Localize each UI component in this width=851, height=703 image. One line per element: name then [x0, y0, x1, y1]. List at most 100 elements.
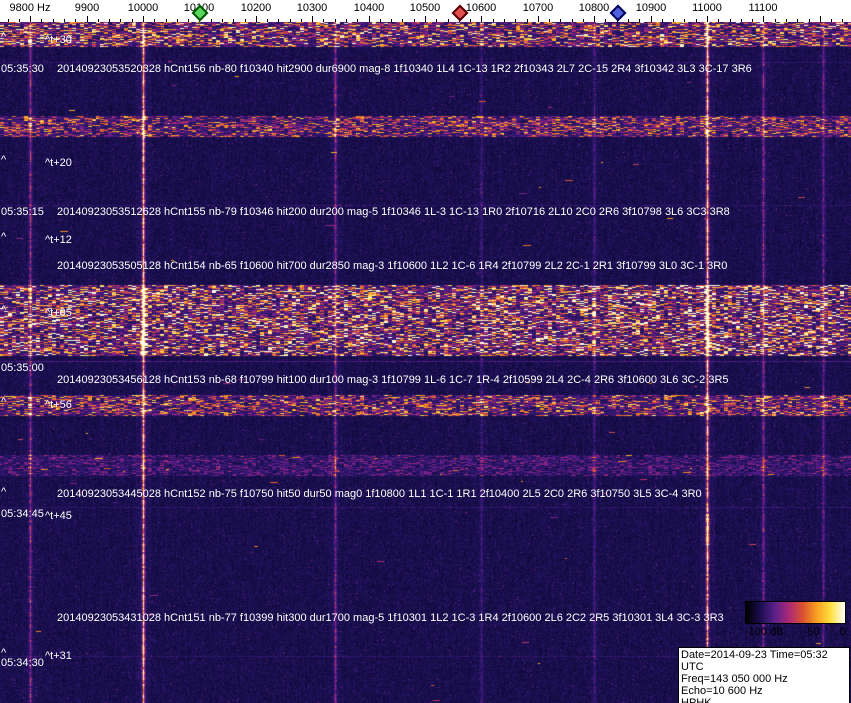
freq-tick — [549, 19, 550, 22]
freq-tick — [132, 19, 133, 22]
freq-tick — [560, 19, 561, 22]
freq-tick — [335, 19, 336, 22]
freq-tick — [696, 19, 697, 22]
freq-tick — [448, 19, 449, 22]
freq-tick — [820, 16, 821, 22]
freq-tick — [278, 19, 279, 22]
freq-tick — [730, 19, 731, 22]
freq-tick — [662, 19, 663, 22]
spectrogram-window: 9800 Hz990010000101001020010300104001050… — [0, 0, 851, 703]
freq-tick — [222, 19, 223, 22]
freq-tick — [267, 19, 268, 22]
freq-tick-label: 9800 Hz — [9, 2, 51, 14]
db-max-label: 0 — [839, 626, 846, 638]
freq-tick — [763, 16, 764, 22]
waterfall-canvas[interactable] — [0, 22, 851, 703]
info-frequency: Freq=143 050 000 Hz — [681, 673, 788, 685]
freq-tick — [188, 19, 189, 22]
freq-tick — [673, 19, 674, 22]
freq-tick — [87, 16, 88, 22]
db-color-scale: -100 dB -50 0 — [745, 601, 846, 638]
freq-tick — [583, 19, 584, 22]
freq-tick — [346, 19, 347, 22]
freq-tick-label: 10900 — [635, 2, 667, 14]
freq-tick — [211, 19, 212, 22]
freq-tick — [357, 19, 358, 22]
freq-tick — [628, 19, 629, 22]
freq-tick — [391, 19, 392, 22]
freq-tick — [177, 19, 178, 22]
freq-tick — [64, 19, 65, 22]
db-min-label: -100 dB — [745, 626, 784, 638]
freq-tick — [481, 16, 482, 22]
freq-tick-label: 11000 — [692, 2, 722, 14]
freq-tick — [414, 19, 415, 22]
freq-tick — [741, 19, 742, 22]
freq-tick — [504, 19, 505, 22]
freq-tick — [41, 19, 42, 22]
freq-tick — [75, 19, 76, 22]
db-mid-label: -50 — [803, 626, 820, 638]
frequency-axis: 9800 Hz990010000101001020010300104001050… — [0, 0, 851, 22]
freq-tick-label: 10200 — [240, 2, 272, 14]
freq-tick — [605, 19, 606, 22]
freq-tick-label: 10400 — [353, 2, 385, 14]
freq-tick-label: 9900 — [74, 2, 100, 14]
freq-tick — [651, 16, 652, 22]
freq-tick — [684, 19, 685, 22]
freq-tick-label: 10000 — [127, 2, 159, 14]
freq-tick — [831, 19, 832, 22]
freq-tick — [527, 19, 528, 22]
freq-tick — [718, 19, 719, 22]
freq-tick — [707, 16, 708, 22]
blue-diamond-marker[interactable] — [609, 4, 627, 22]
freq-tick — [256, 16, 257, 22]
freq-tick — [109, 19, 110, 22]
freq-tick — [797, 19, 798, 22]
freq-tick-label: 11100 — [748, 2, 778, 14]
info-echo: Echo=10 600 Hz — [681, 685, 763, 697]
freq-tick — [775, 19, 776, 22]
freq-tick — [120, 19, 121, 22]
status-info-box: Date=2014-09-23 Time=05:32 UTC Freq=143 … — [678, 647, 850, 703]
info-date-time: Date=2014-09-23 Time=05:32 UTC — [681, 649, 828, 673]
freq-tick — [166, 19, 167, 22]
freq-tick — [53, 19, 54, 22]
freq-tick — [245, 19, 246, 22]
freq-tick — [436, 19, 437, 22]
db-gradient-bar — [745, 601, 846, 624]
freq-tick — [30, 16, 31, 22]
freq-tick — [380, 19, 381, 22]
freq-tick — [233, 19, 234, 22]
freq-tick — [143, 16, 144, 22]
info-station-code: HPHK — [681, 697, 712, 703]
freq-tick-label: 10300 — [296, 2, 328, 14]
freq-tick — [786, 19, 787, 22]
freq-tick — [809, 19, 810, 22]
freq-tick — [752, 19, 753, 22]
freq-tick — [402, 19, 403, 22]
freq-tick — [8, 19, 9, 22]
freq-tick — [312, 16, 313, 22]
freq-tick — [154, 19, 155, 22]
freq-tick — [19, 19, 20, 22]
freq-tick — [98, 19, 99, 22]
freq-tick — [425, 16, 426, 22]
freq-tick — [290, 19, 291, 22]
freq-tick — [572, 19, 573, 22]
freq-tick — [842, 19, 843, 22]
freq-tick-label: 10800 — [578, 2, 610, 14]
freq-tick-label: 10500 — [409, 2, 441, 14]
waterfall-area — [0, 22, 851, 703]
freq-tick — [323, 19, 324, 22]
freq-tick — [470, 19, 471, 22]
freq-tick — [301, 19, 302, 22]
freq-tick — [594, 16, 595, 22]
freq-tick-label: 10700 — [522, 2, 554, 14]
freq-tick — [639, 19, 640, 22]
freq-tick — [493, 19, 494, 22]
freq-tick — [538, 16, 539, 22]
freq-tick-label: 10600 — [465, 2, 497, 14]
freq-tick — [369, 16, 370, 22]
freq-tick — [515, 19, 516, 22]
